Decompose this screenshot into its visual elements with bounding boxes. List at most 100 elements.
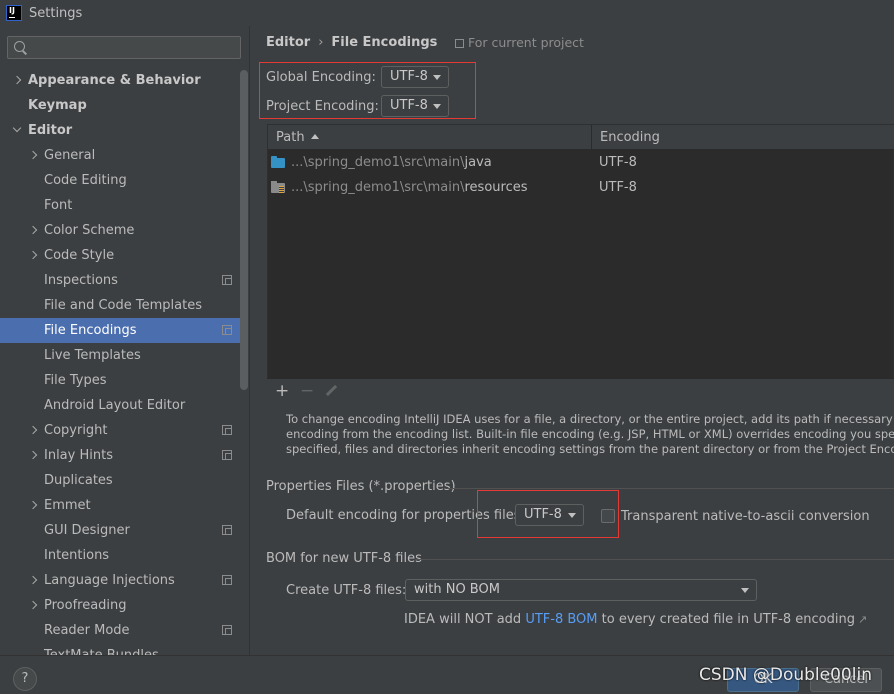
breadcrumb: Editor › File Encodings	[266, 35, 437, 50]
sidebar-item-label: Proofreading	[44, 598, 127, 613]
sidebar-item-keymap[interactable]: Keymap	[0, 93, 240, 118]
watermark: CSDN @Double00lin	[699, 665, 872, 685]
sidebar-item-android-layout-editor[interactable]: Android Layout Editor	[0, 393, 240, 418]
sidebar-item-label: Inlay Hints	[44, 448, 113, 463]
sidebar-item-label: Code Style	[44, 248, 115, 263]
project-scope-icon	[222, 325, 232, 335]
sidebar-item-label: Code Editing	[44, 173, 127, 188]
search-input[interactable]	[32, 39, 232, 56]
sidebar-item-color-scheme[interactable]: Color Scheme	[0, 218, 240, 243]
sidebar-item-label: Font	[44, 198, 73, 213]
table-row[interactable]: ...\spring_demo1\src\main\resources UTF-…	[268, 175, 894, 200]
sidebar-item-font[interactable]: Font	[0, 193, 240, 218]
sidebar-scrollbar[interactable]	[240, 70, 248, 390]
settings-search[interactable]	[7, 36, 241, 59]
project-scope-icon	[222, 450, 232, 460]
sidebar-item-appearance-behavior[interactable]: Appearance & Behavior	[0, 68, 240, 93]
breadcrumb-parent: Editor	[266, 35, 311, 50]
create-utf8-label: Create UTF-8 files:	[286, 583, 407, 598]
highlight-box	[259, 62, 476, 119]
sidebar-item-emmet[interactable]: Emmet	[0, 493, 240, 518]
sidebar-item-label: Reader Mode	[44, 623, 130, 638]
table-row[interactable]: ...\spring_demo1\src\main\java UTF-8	[268, 150, 894, 175]
sidebar-item-editor[interactable]: Editor	[0, 118, 240, 143]
settings-sidebar: Appearance & Behavior Keymap Editor Gene…	[0, 26, 249, 655]
dialog-footer: ? OK Cancel CSDN @Double00lin	[0, 655, 894, 694]
help-button[interactable]: ?	[13, 667, 37, 691]
intellij-logo-icon	[6, 5, 22, 21]
column-divider[interactable]	[591, 125, 592, 150]
breadcrumb-current: File Encodings	[331, 35, 438, 50]
sidebar-item-label: TextMate Bundles	[44, 643, 159, 655]
sidebar-item-general[interactable]: General	[0, 143, 240, 168]
table-toolbar: + −	[267, 378, 894, 403]
sidebar-item-label: Duplicates	[44, 473, 113, 488]
sidebar-item-file-encodings[interactable]: File Encodings	[0, 318, 240, 343]
sidebar-item-language-injections[interactable]: Language Injections	[0, 568, 240, 593]
chevron-right-icon[interactable]	[12, 68, 24, 93]
sidebar-item-code-editing[interactable]: Code Editing	[0, 168, 240, 193]
project-scope-icon	[222, 275, 232, 285]
sidebar-item-intentions[interactable]: Intentions	[0, 543, 240, 568]
bom-note: IDEA will NOT add UTF-8 BOM to every cre…	[404, 612, 868, 627]
encoding-help-text: To change encoding IntelliJ IDEA uses fo…	[286, 412, 894, 457]
chevron-right-icon[interactable]	[28, 443, 40, 468]
add-path-button[interactable]: +	[275, 382, 289, 400]
native-ascii-checkbox[interactable]	[601, 509, 615, 523]
sidebar-item-live-templates[interactable]: Live Templates	[0, 343, 240, 368]
chevron-right-icon[interactable]	[28, 243, 40, 268]
chevron-right-icon[interactable]	[28, 418, 40, 443]
chevron-right-icon[interactable]	[28, 143, 40, 168]
sidebar-item-label: GUI Designer	[44, 523, 130, 538]
encoding-cell[interactable]: UTF-8	[599, 175, 637, 200]
remove-path-button[interactable]: −	[300, 382, 314, 400]
window-title: Settings	[29, 5, 83, 21]
section-divider	[447, 488, 894, 489]
sidebar-item-gui-designer[interactable]: GUI Designer	[0, 518, 240, 543]
properties-section-title: Properties Files (*.properties)	[266, 479, 456, 494]
edit-pencil-icon[interactable]	[325, 385, 337, 397]
path-cell: ...\spring_demo1\src\main\java	[291, 155, 492, 170]
project-scope-icon	[222, 525, 232, 535]
search-icon	[14, 41, 25, 52]
table-header: Path Encoding	[268, 125, 894, 150]
utf8-bom-link[interactable]: UTF-8 BOM	[525, 612, 597, 627]
source-folder-icon	[271, 156, 285, 168]
sidebar-item-label: Color Scheme	[44, 223, 135, 238]
sidebar-item-inlay-hints[interactable]: Inlay Hints	[0, 443, 240, 468]
chevron-right-icon[interactable]	[28, 218, 40, 243]
sidebar-item-label: Appearance & Behavior	[28, 73, 201, 88]
sidebar-item-proofreading[interactable]: Proofreading	[0, 593, 240, 618]
project-scope-icon	[222, 575, 232, 585]
help-line: encoding from the encoding list. Built-i…	[286, 427, 894, 441]
sidebar-item-label: Android Layout Editor	[44, 398, 186, 413]
encoding-cell[interactable]: UTF-8	[599, 150, 637, 175]
title-bar: Settings	[0, 0, 894, 26]
chevron-right-icon[interactable]	[28, 568, 40, 593]
bom-select[interactable]: with NO BOM	[405, 579, 757, 601]
scope-note: For current project	[455, 35, 584, 50]
column-header-encoding[interactable]: Encoding	[600, 125, 660, 150]
chevron-down-icon[interactable]	[12, 118, 24, 143]
sidebar-item-textmate-bundles[interactable]: TextMate Bundles	[0, 643, 240, 655]
help-line: To change encoding IntelliJ IDEA uses fo…	[286, 412, 894, 426]
sidebar-item-reader-mode[interactable]: Reader Mode	[0, 618, 240, 643]
file-encodings-panel: Editor › File Encodings For current projec…	[250, 26, 894, 655]
native-ascii-label[interactable]: Transparent native-to-ascii conversion	[621, 509, 870, 524]
highlight-box	[477, 490, 619, 538]
sidebar-item-label: Inspections	[44, 273, 118, 288]
sidebar-item-file-types[interactable]: File Types	[0, 368, 240, 393]
chevron-right-icon[interactable]	[28, 493, 40, 518]
column-header-path[interactable]: Path	[276, 125, 319, 150]
sidebar-item-file-code-templates[interactable]: File and Code Templates	[0, 293, 240, 318]
sidebar-item-copyright[interactable]: Copyright	[0, 418, 240, 443]
sidebar-item-label: File Encodings	[44, 323, 137, 338]
settings-tree: Appearance & Behavior Keymap Editor Gene…	[0, 68, 240, 655]
sidebar-item-label: Emmet	[44, 498, 91, 513]
sidebar-item-code-style[interactable]: Code Style	[0, 243, 240, 268]
chevron-right-icon[interactable]	[28, 593, 40, 618]
sidebar-item-inspections[interactable]: Inspections	[0, 268, 240, 293]
sidebar-item-label: Intentions	[44, 548, 110, 563]
sidebar-item-duplicates[interactable]: Duplicates	[0, 468, 240, 493]
sidebar-item-label: File and Code Templates	[44, 298, 202, 313]
